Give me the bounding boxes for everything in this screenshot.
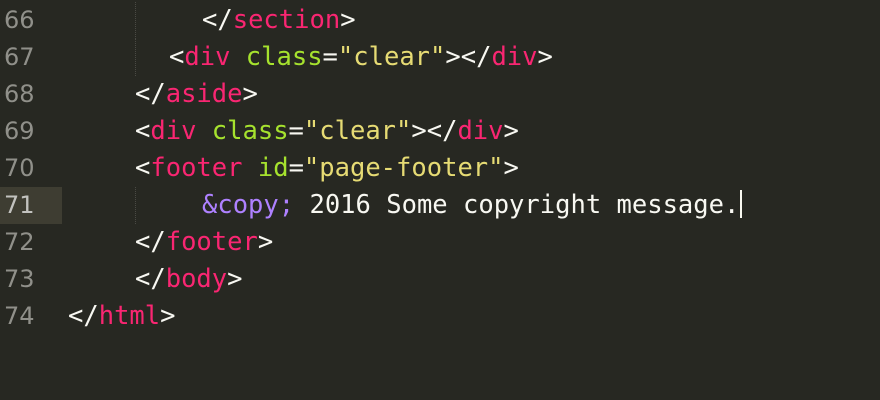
code-line[interactable]: 69 <div class="clear"></div> <box>0 113 880 150</box>
attribute-name: class <box>245 42 323 72</box>
code-line[interactable]: 72 </footer> <box>0 224 880 261</box>
tag-bracket: </ <box>135 79 166 109</box>
equals-sign: = <box>288 153 304 183</box>
line-number: 68 <box>4 80 35 108</box>
tag-bracket: > <box>537 42 553 72</box>
tag-bracket: < <box>135 116 151 146</box>
code-line[interactable]: 73 </body> <box>0 261 880 298</box>
tag-bracket: > <box>227 264 243 294</box>
code-text: <footer id="page-footer"> <box>135 150 519 187</box>
tag-name: section <box>232 5 341 35</box>
tag-bracket: </ <box>202 5 233 35</box>
tag-bracket: </ <box>135 264 166 294</box>
code-editor[interactable]: 66 </section> 67 <div class="clear"></di… <box>0 0 880 400</box>
tag-bracket: ></ <box>411 116 458 146</box>
attribute-name: class <box>211 116 289 146</box>
tag-bracket: > <box>242 79 258 109</box>
tag-bracket: < <box>169 42 185 72</box>
tag-bracket: > <box>340 5 356 35</box>
code-text: </body> <box>135 261 243 298</box>
tag-name: html <box>98 301 161 331</box>
tag-bracket: > <box>503 153 519 183</box>
tag-bracket: < <box>135 153 151 183</box>
tag-name: body <box>165 264 228 294</box>
tag-bracket: ></ <box>445 42 492 72</box>
code-line[interactable]: 74 </html> <box>0 298 880 335</box>
tag-name: aside <box>165 79 243 109</box>
code-text: </aside> <box>135 76 258 113</box>
line-number: 72 <box>4 228 35 256</box>
line-number: 70 <box>4 154 35 182</box>
tag-bracket: > <box>503 116 519 146</box>
code-text: &copy; 2016 Some copyright message. <box>202 187 743 224</box>
attribute-value: "clear" <box>303 116 412 146</box>
line-number: 73 <box>4 265 35 293</box>
html-entity: &copy; <box>202 190 295 220</box>
equals-sign: = <box>322 42 338 72</box>
tag-bracket: </ <box>135 227 166 257</box>
attribute-value: "page-footer" <box>303 153 504 183</box>
tag-name: div <box>184 42 231 72</box>
tag-name: div <box>457 116 504 146</box>
tag-name: footer <box>165 227 258 257</box>
tag-name: div <box>491 42 538 72</box>
code-text: <div class="clear"></div> <box>169 39 553 76</box>
line-number: 74 <box>4 302 35 330</box>
text-cursor <box>740 190 743 218</box>
indent-guide <box>135 187 136 224</box>
code-text: </html> <box>68 298 176 335</box>
code-line-active[interactable]: 71 &copy; 2016 Some copyright message. <box>0 187 880 224</box>
attribute-value: "clear" <box>337 42 446 72</box>
tag-bracket: > <box>257 227 274 257</box>
tag-bracket: > <box>160 301 176 331</box>
code-text: </footer> <box>135 224 273 261</box>
code-line[interactable]: 66 </section> <box>0 2 880 39</box>
indent-guide <box>135 39 136 76</box>
line-number: 69 <box>4 117 35 145</box>
tag-bracket: </ <box>68 301 99 331</box>
code-text: </section> <box>202 2 356 39</box>
code-line[interactable]: 67 <div class="clear"></div> <box>0 39 880 76</box>
tag-name: div <box>150 116 197 146</box>
plain-text: 2016 Some copyright message. <box>294 190 740 220</box>
equals-sign: = <box>288 116 304 146</box>
code-line[interactable]: 68 </aside> <box>0 76 880 113</box>
indent-guide <box>135 2 136 39</box>
code-text: <div class="clear"></div> <box>135 113 519 150</box>
line-number: 67 <box>4 43 35 71</box>
attribute-name: id <box>257 153 289 183</box>
code-line[interactable]: 70 <footer id="page-footer"> <box>0 150 880 187</box>
tag-name: footer <box>150 153 243 183</box>
line-number: 71 <box>0 187 62 224</box>
line-number: 66 <box>4 6 35 34</box>
